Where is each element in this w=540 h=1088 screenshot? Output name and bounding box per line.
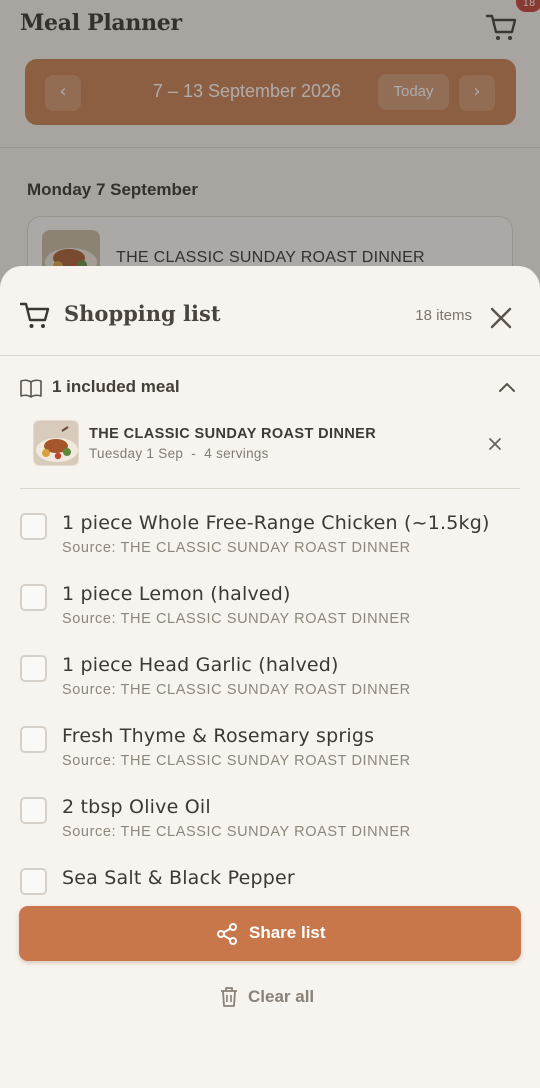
ingredient-checkbox[interactable] [20,513,47,540]
close-button[interactable] [488,305,514,331]
ingredient-checkbox[interactable] [20,797,47,824]
ingredient-name: 1 piece Whole Free-Range Chicken (~1.5kg… [62,512,490,534]
clear-all-button[interactable]: Clear all [210,982,330,1012]
ingredient-name: 1 piece Lemon (halved) [62,583,291,605]
chevron-up-icon [499,383,515,392]
included-meal-meta: Tuesday 1 Sep - 4 servings [89,446,269,461]
trash-icon [221,987,237,1007]
item-count: 18 items [415,307,472,324]
remove-meal-button[interactable] [487,436,503,452]
shopping-list-sheet: Shopping list 18 items 1 included meal T… [0,266,540,1088]
ingredient-item[interactable]: 1 piece Lemon (halved) Source: THE CLASS… [20,581,520,641]
share-icon [217,923,237,945]
included-meals-toggle[interactable]: 1 included meal [20,374,520,402]
share-list-button[interactable]: Share list [19,906,521,961]
sheet-header: Shopping list 18 items [0,266,540,356]
sheet-title: Shopping list [64,301,221,326]
included-meals-label: 1 included meal [52,377,180,396]
ingredient-item[interactable]: Fresh Thyme & Rosemary sprigs Source: TH… [20,723,520,783]
close-icon [489,438,501,450]
book-icon [20,379,42,398]
ingredient-name: Sea Salt & Black Pepper [62,867,295,889]
ingredient-checkbox[interactable] [20,868,47,895]
ingredient-item[interactable]: 1 piece Head Garlic (halved) Source: THE… [20,652,520,712]
divider [20,488,520,489]
ingredient-item[interactable]: Sea Salt & Black Pepper [20,865,520,901]
included-meal-name: THE CLASSIC SUNDAY ROAST DINNER [89,426,377,442]
share-list-label: Share list [249,923,326,942]
ingredient-checkbox[interactable] [20,655,47,682]
ingredient-source: Source: THE CLASSIC SUNDAY ROAST DINNER [62,540,411,556]
ingredient-checkbox[interactable] [20,584,47,611]
ingredient-source: Source: THE CLASSIC SUNDAY ROAST DINNER [62,682,411,698]
ingredient-name: 1 piece Head Garlic (halved) [62,654,339,676]
ingredient-name: Fresh Thyme & Rosemary sprigs [62,725,375,747]
cart-icon [19,302,50,328]
ingredient-source: Source: THE CLASSIC SUNDAY ROAST DINNER [62,753,411,769]
clear-all-label: Clear all [248,987,315,1006]
ingredient-source: Source: THE CLASSIC SUNDAY ROAST DINNER [62,824,411,840]
ingredient-name: 2 tbsp Olive Oil [62,796,211,818]
meal-thumbnail [33,420,79,466]
ingredient-source: Source: THE CLASSIC SUNDAY ROAST DINNER [62,611,411,627]
roast-dinner-image [34,421,78,465]
close-icon [490,307,512,329]
included-meal-item: THE CLASSIC SUNDAY ROAST DINNER Tuesday … [33,420,521,468]
ingredient-item[interactable]: 2 tbsp Olive Oil Source: THE CLASSIC SUN… [20,794,520,854]
ingredient-checkbox[interactable] [20,726,47,753]
ingredient-item[interactable]: 1 piece Whole Free-Range Chicken (~1.5kg… [20,510,520,570]
